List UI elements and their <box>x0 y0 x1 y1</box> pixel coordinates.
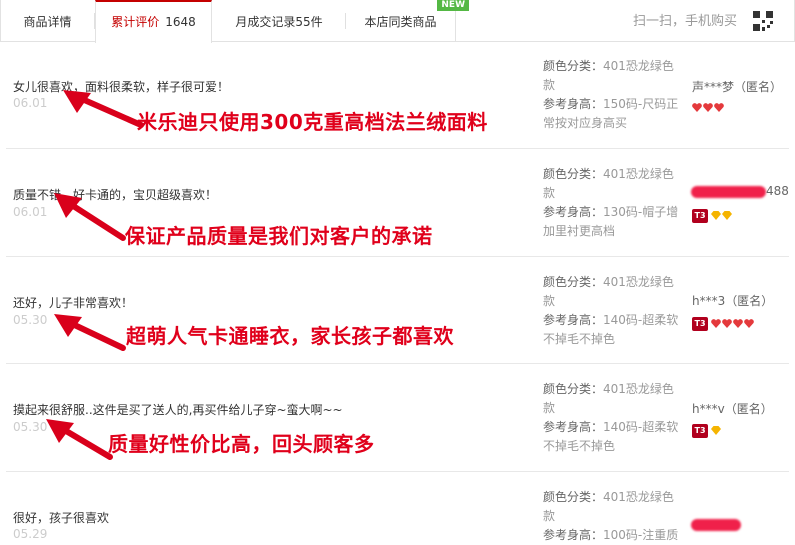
promo-text: 米乐迪只使用300克重高档法兰绒面料 <box>137 110 488 134</box>
heart-icon <box>722 319 732 328</box>
sku-info: 颜色分类：401恐龙绿色款 参考身高：130码-帽子增加里衬更高档 <box>543 165 681 241</box>
review-divider <box>6 471 789 472</box>
tab-label: 商品详情 <box>23 15 72 29</box>
tab-label: 本店同类商品 <box>364 15 437 29</box>
color-label: 颜色分类： <box>543 490 604 504</box>
diamond-icon <box>711 426 721 435</box>
red-arrow-icon <box>46 419 113 460</box>
diamond-icon <box>722 211 732 220</box>
reviewer-rank-badges <box>692 97 725 112</box>
review-divider <box>6 256 789 257</box>
sku-info: 颜色分类：401恐龙绿色款 参考身高：150码-尺码正常按对应身高买 <box>543 57 681 133</box>
tab-label: 月成交记录55件 <box>235 15 323 29</box>
tab-monthly-sales[interactable]: 月成交记录55件 <box>212 0 346 42</box>
review-date: 05.30 <box>13 313 48 327</box>
tab-similar-products[interactable]: 本店同类商品 NEW <box>346 0 469 42</box>
review-date: 06.01 <box>13 205 48 219</box>
heart-icon <box>703 103 713 112</box>
redacted-username <box>691 186 766 198</box>
heart-icon <box>711 319 721 328</box>
sku-info: 颜色分类：401恐龙绿色款 参考身高：140码-超柔软不掉毛不掉色 <box>543 273 681 349</box>
red-arrow-icon <box>54 193 126 241</box>
height-label: 参考身高： <box>543 97 604 111</box>
review-divider <box>6 148 789 149</box>
sku-info: 颜色分类：401恐龙绿色款 参考身高：100码-注重质 <box>543 488 681 545</box>
red-arrow-icon <box>63 90 144 128</box>
review-comment: 还好，儿子非常喜欢！ <box>13 296 134 310</box>
t3-badge: T3 <box>692 423 708 438</box>
reviewer-rank-badges: T3 <box>692 313 755 331</box>
promo-text: 保证产品质量是我们对客户的承诺 <box>125 224 433 248</box>
color-label: 颜色分类： <box>543 59 604 73</box>
qr-code-icon[interactable] <box>753 11 773 31</box>
color-label: 颜色分类： <box>543 167 604 181</box>
promo-text: 质量好性价比高，回头顾客多 <box>108 432 375 456</box>
heart-icon <box>714 103 724 112</box>
heart-icon <box>692 103 702 112</box>
tab-bar: 商品详情 累计评价 1648 月成交记录55件 本店同类商品 NEW 扫一扫，手机… <box>0 0 795 43</box>
t3-badge: T3 <box>692 208 708 223</box>
tab-reviews[interactable]: 累计评价 1648 <box>95 0 212 43</box>
reviewer-name[interactable]: h***3（匿名） <box>692 292 773 309</box>
reviewer-rank-badges: T3 <box>692 205 733 223</box>
review-date: 06.01 <box>13 96 48 110</box>
review-divider <box>6 363 789 364</box>
t3-badge: T3 <box>692 316 708 331</box>
height-label: 参考身高： <box>543 313 604 327</box>
reviewer-rank-badges: T3 <box>692 420 722 438</box>
redacted-username <box>691 519 741 531</box>
review-comment: 很好，孩子很喜欢 <box>13 511 110 525</box>
red-arrow-icon <box>54 314 126 351</box>
reviewer-name[interactable]: 488 <box>766 184 789 198</box>
heart-icon <box>744 319 754 328</box>
reviewer-name[interactable]: h***v（匿名） <box>692 400 773 417</box>
tab-product-details[interactable]: 商品详情 <box>0 0 95 42</box>
height-label: 参考身高： <box>543 528 604 542</box>
height-value: 100码-注重质 <box>603 528 679 542</box>
reviewer-name[interactable]: 声***梦（匿名） <box>692 78 782 95</box>
scan-to-buy-text[interactable]: 扫一扫，手机购买 <box>633 0 737 42</box>
new-badge: NEW <box>437 0 469 11</box>
review-count: 1648 <box>165 15 196 29</box>
height-label: 参考身高： <box>543 420 604 434</box>
heart-icon <box>733 319 743 328</box>
diamond-icon <box>711 211 721 220</box>
tab-label: 累计评价 <box>111 15 160 29</box>
color-label: 颜色分类： <box>543 382 604 396</box>
promo-text: 超萌人气卡通睡衣，家长孩子都喜欢 <box>126 324 454 348</box>
sku-info: 颜色分类：401恐龙绿色款 参考身高：140码-超柔软不掉毛不掉色 <box>543 380 681 456</box>
color-label: 颜色分类： <box>543 275 604 289</box>
height-label: 参考身高： <box>543 205 604 219</box>
